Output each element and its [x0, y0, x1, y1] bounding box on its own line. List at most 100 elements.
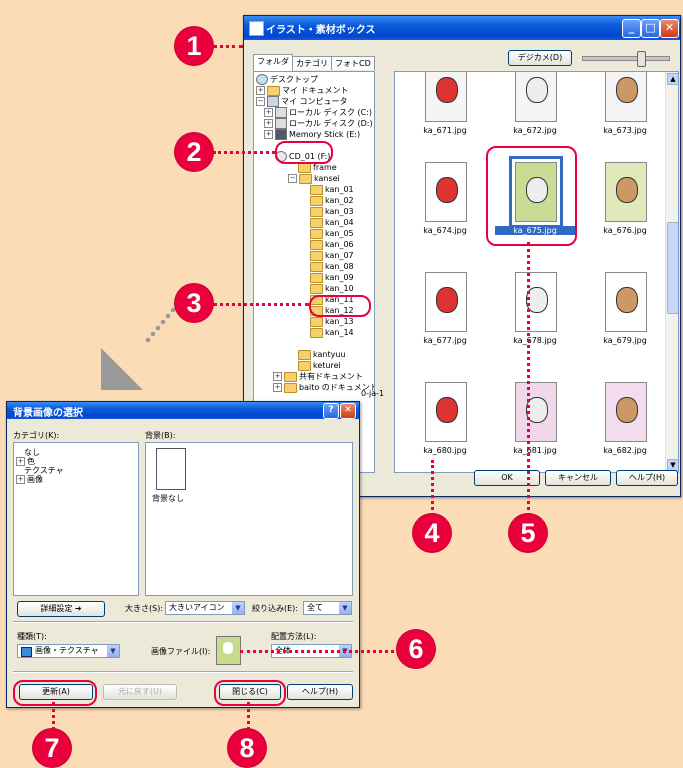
thumbnail-image[interactable]: [425, 72, 467, 122]
type-value: 画像・テクスチャ: [35, 646, 99, 655]
thumbnail-image[interactable]: [515, 272, 557, 332]
expand-icon[interactable]: +: [16, 475, 25, 484]
expand-icon[interactable]: +: [264, 108, 273, 117]
arrow-head: [101, 348, 143, 390]
thumbnail-image[interactable]: [605, 382, 647, 442]
app-icon: [249, 21, 264, 36]
digital-camera-button[interactable]: デジカメ(D): [508, 50, 572, 66]
tree-item-local-disk-c[interactable]: + ローカル ディスク (C:): [264, 107, 372, 118]
tree-item-kan-09[interactable]: kan_09: [310, 272, 354, 283]
tab-photo-cd[interactable]: フォトCD: [331, 56, 375, 70]
size-select[interactable]: 大きいアイコン ▼: [165, 601, 245, 615]
help-button[interactable]: ヘルプ(H): [287, 684, 353, 700]
ok-button[interactable]: OK: [474, 470, 540, 486]
thumbnail-image[interactable]: [515, 72, 557, 122]
detail-settings-button[interactable]: 詳細設定 ➔: [17, 601, 105, 617]
cancel-button[interactable]: キャンセル: [545, 470, 611, 486]
close-icon[interactable]: ✕: [340, 403, 356, 419]
help-button[interactable]: ヘルプ(H): [616, 470, 678, 486]
tree-item-my-documents[interactable]: + マイ ドキュメント: [256, 85, 349, 96]
background-label: 背景(B):: [145, 431, 176, 440]
scroll-thumb[interactable]: [667, 222, 678, 314]
tree-item-kan-05[interactable]: kan_05: [310, 228, 354, 239]
expand-icon[interactable]: +: [273, 383, 282, 392]
category-list[interactable]: なし + 色 テクスチャ + 画像: [13, 442, 139, 596]
tree-item-kan-13[interactable]: kan_13: [310, 316, 354, 327]
maximize-icon[interactable]: □: [641, 19, 660, 38]
thumbnail-filename: ka_671.jpg: [423, 126, 467, 135]
tree-item-kan-08[interactable]: kan_08: [310, 261, 354, 272]
connector-2: [213, 151, 275, 154]
thumbnail-image[interactable]: [605, 272, 647, 332]
tree-label: kan_14: [325, 328, 354, 337]
tree-item-kan-10[interactable]: kan_10: [310, 283, 354, 294]
expand-icon[interactable]: +: [273, 372, 282, 381]
tree-item-kan-02[interactable]: kan_02: [310, 195, 354, 206]
image-file-label: 画像ファイル(I):: [151, 647, 211, 656]
tree-label: ローカル ディスク (C:): [289, 108, 373, 117]
thumbnail-image[interactable]: [605, 162, 647, 222]
tree-item-keturei[interactable]: keturei: [298, 360, 341, 371]
tree-item-memory-stick[interactable]: + Memory Stick (E:): [264, 129, 360, 140]
thumbnail-image[interactable]: [515, 382, 557, 442]
thumbnail-image[interactable]: [605, 72, 647, 122]
tree-item-desktop[interactable]: デスクトップ: [256, 74, 318, 85]
size-label: 大きさ(S):: [125, 604, 164, 613]
tree-item-kantyuu[interactable]: kantyuu: [298, 349, 345, 360]
expand-icon[interactable]: +: [264, 119, 273, 128]
highlight-kan11: [309, 295, 371, 317]
folder-icon: [310, 217, 323, 228]
filter-select[interactable]: 全て ▼: [303, 601, 352, 615]
collapse-icon[interactable]: −: [256, 97, 265, 106]
chevron-down-icon[interactable]: ▼: [107, 645, 119, 657]
tree-item-kan-14[interactable]: kan_14: [310, 327, 354, 338]
undo-button[interactable]: 元に戻す(U): [103, 684, 177, 700]
callout-badge-1: 1: [175, 27, 213, 65]
tree-label: kan_10: [325, 284, 354, 293]
tree-item-shared-documents[interactable]: + 共有ドキュメント: [273, 371, 363, 382]
thumbnail-image[interactable]: [425, 272, 467, 332]
desktop-icon: [256, 74, 268, 85]
tree-item-kan-06[interactable]: kan_06: [310, 239, 354, 250]
thumbnail-image[interactable]: [425, 162, 467, 222]
minimize-icon[interactable]: _: [622, 19, 641, 38]
help-icon[interactable]: ?: [323, 403, 339, 419]
category-item-image[interactable]: + 画像: [16, 474, 43, 485]
divider: [13, 671, 353, 673]
chevron-down-icon[interactable]: ▼: [339, 602, 351, 614]
tree-item-kan-04[interactable]: kan_04: [310, 217, 354, 228]
collapse-icon[interactable]: −: [288, 174, 297, 183]
tree-item-kan-01[interactable]: kan_01: [310, 184, 354, 195]
chevron-down-icon[interactable]: ▼: [232, 602, 244, 614]
tree-item-kansei[interactable]: − kansei: [288, 173, 340, 184]
tree-item-baito-documents[interactable]: + baito のドキュメント: [273, 382, 374, 393]
tree-label: kansei: [314, 174, 340, 183]
tab-category[interactable]: カテゴリ: [292, 56, 332, 70]
zoom-slider[interactable]: [582, 51, 670, 67]
tree-item-my-computer[interactable]: − マイ コンピュータ: [256, 96, 348, 107]
scroll-up-icon[interactable]: ▲: [667, 73, 678, 85]
expand-icon[interactable]: +: [256, 86, 265, 95]
callout-badge-6: 6: [397, 630, 435, 668]
thumbnail-filename: ka_681.jpg: [513, 446, 557, 455]
vertical-scrollbar[interactable]: ▲ ▼: [665, 72, 678, 472]
thumbnail-grid[interactable]: ▲ ▼ ka_671.jpg ka_672.jpg ka_673.jpg ka_674…: [394, 71, 679, 473]
illustration-figure: [436, 177, 458, 203]
tree-item-local-disk-d[interactable]: + ローカル ディスク (D:): [264, 118, 373, 129]
thumbnail-filename: ka_679.jpg: [603, 336, 647, 345]
computer-icon: [267, 96, 279, 107]
background-none-thumbnail[interactable]: [156, 448, 186, 490]
expand-icon[interactable]: +: [264, 130, 273, 139]
thumbnail-filename: ka_676.jpg: [603, 226, 647, 235]
illustration-figure: [223, 642, 233, 654]
type-select[interactable]: 画像・テクスチャ ▼: [17, 644, 120, 658]
thumbnail-image[interactable]: [425, 382, 467, 442]
callout-badge-3: 3: [175, 284, 213, 322]
tree-item-kan-07[interactable]: kan_07: [310, 250, 354, 261]
tab-folder[interactable]: フォルダ: [253, 54, 293, 71]
tree-item-kan-03[interactable]: kan_03: [310, 206, 354, 217]
background-list[interactable]: 背景なし: [145, 442, 353, 596]
slider-thumb[interactable]: [637, 51, 646, 67]
connector-8: [247, 702, 250, 730]
close-icon[interactable]: ✕: [660, 19, 679, 38]
